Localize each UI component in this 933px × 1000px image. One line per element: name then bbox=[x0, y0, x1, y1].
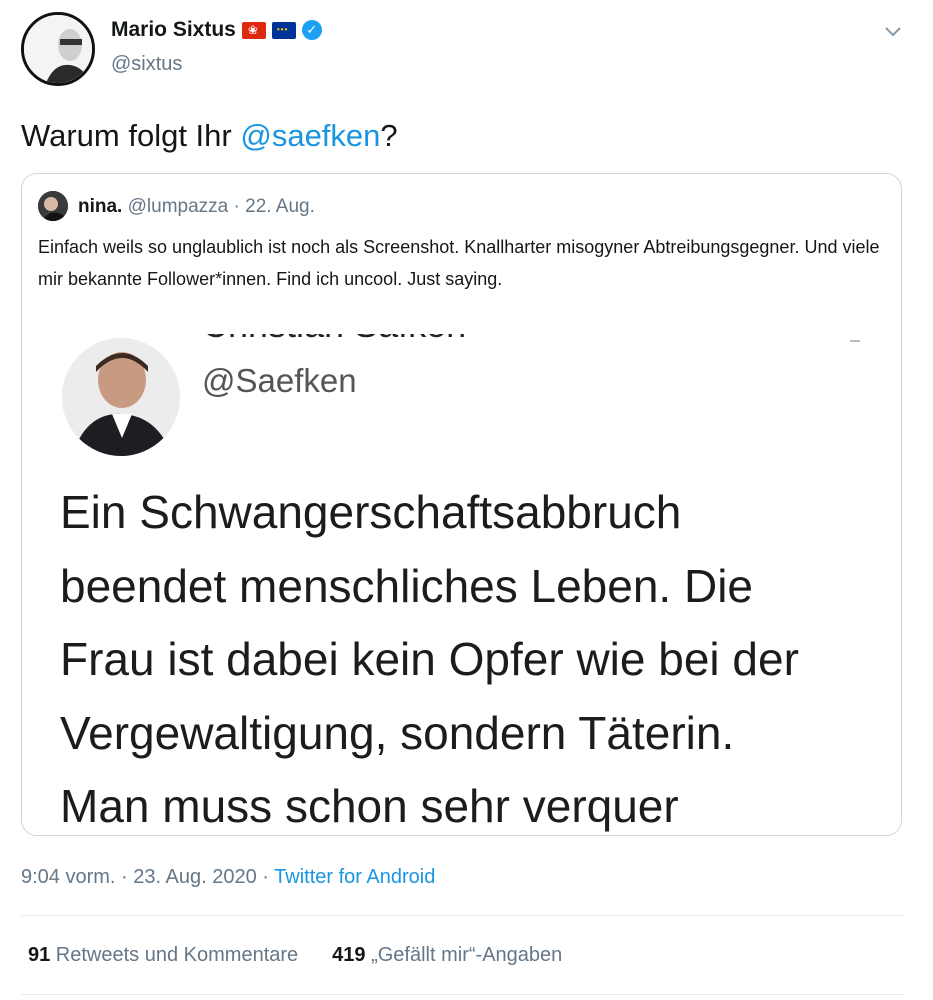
meta-separator: · bbox=[256, 866, 275, 888]
avatar-portrait-icon bbox=[62, 338, 180, 456]
quoted-text: Einfach weils so unglaublich ist noch al… bbox=[38, 237, 880, 289]
screenshot-line: Vergewaltigung, sondern Täterin. bbox=[60, 706, 735, 759]
tweet-date[interactable]: 23. Aug. 2020 bbox=[133, 866, 256, 888]
divider bbox=[21, 915, 905, 916]
avatar-portrait-icon bbox=[38, 191, 68, 221]
verified-icon: ✓ bbox=[301, 20, 322, 40]
retweets-count: 91 bbox=[28, 944, 51, 966]
quoted-author-name: nina. bbox=[78, 196, 123, 217]
quoted-header: nina. @lumpazza · 22. Aug. bbox=[78, 196, 315, 218]
author-name[interactable]: Mario Sixtus bbox=[111, 18, 236, 42]
quoted-author-avatar bbox=[38, 191, 68, 221]
tweet-text: Warum folgt Ihr @saefken? bbox=[21, 118, 398, 154]
screenshot-line: Ein Schwangerschaftsabbruch bbox=[60, 486, 682, 538]
quoted-separator: · bbox=[228, 196, 246, 217]
tweet-meta: 9:04 vorm. · 23. Aug. 2020 · Twitter for… bbox=[21, 866, 435, 889]
tweet-text-after: ? bbox=[380, 118, 398, 153]
screenshot-avatar bbox=[62, 338, 180, 456]
screenshot-line: Frau ist dabei kein Opfer wie bei der bbox=[60, 633, 799, 685]
likes-label: „Gefällt mir“-Angaben bbox=[365, 944, 563, 966]
screenshot-text: Ein Schwangerschaftsabbruch beendet mens… bbox=[60, 476, 890, 835]
quoted-author-handle: @lumpazza bbox=[127, 196, 229, 217]
tweet-source-link[interactable]: Twitter for Android bbox=[274, 866, 435, 888]
chevron-down-icon[interactable] bbox=[880, 18, 906, 44]
screenshot-cut-name: Christian Säfken bbox=[202, 334, 466, 346]
screenshot-line: Man muss schon sehr verquer bbox=[60, 780, 679, 832]
hong-kong-flag-icon bbox=[241, 21, 266, 39]
author-name-row: Mario Sixtus ✓ bbox=[111, 18, 322, 42]
likes-count: 419 bbox=[332, 944, 366, 966]
screenshot-handle: @Saefken bbox=[202, 362, 357, 399]
likes-stat[interactable]: 419 „Gefällt mir“-Angaben bbox=[332, 944, 562, 967]
retweets-stat[interactable]: 91 Retweets und Kommentare bbox=[28, 944, 298, 967]
avatar-portrait-icon bbox=[24, 15, 92, 83]
retweets-label: Retweets und Kommentare bbox=[50, 944, 299, 966]
mention-link[interactable]: @saefken bbox=[240, 118, 380, 153]
screenshot-line: beendet menschliches Leben. Die bbox=[60, 559, 754, 612]
divider bbox=[21, 994, 905, 995]
quoted-date: 22. Aug. bbox=[245, 196, 315, 217]
eu-flag-icon bbox=[271, 21, 296, 39]
quoted-screenshot-image[interactable]: Christian Säfken @Saefken Ein Schwangers… bbox=[22, 334, 901, 835]
author-handle[interactable]: @sixtus bbox=[111, 53, 182, 76]
tweet-stats: 91 Retweets und Kommentare 419 „Gefällt … bbox=[28, 944, 562, 967]
tweet-time[interactable]: 9:04 vorm. bbox=[21, 866, 115, 888]
quoted-tweet-card[interactable]: nina. @lumpazza · 22. Aug. Einfach weils… bbox=[21, 173, 902, 836]
meta-separator: · bbox=[115, 866, 134, 888]
author-avatar[interactable] bbox=[21, 12, 95, 86]
tweet-text-before: Warum folgt Ihr bbox=[21, 118, 241, 153]
screenshot-dash bbox=[850, 340, 860, 342]
